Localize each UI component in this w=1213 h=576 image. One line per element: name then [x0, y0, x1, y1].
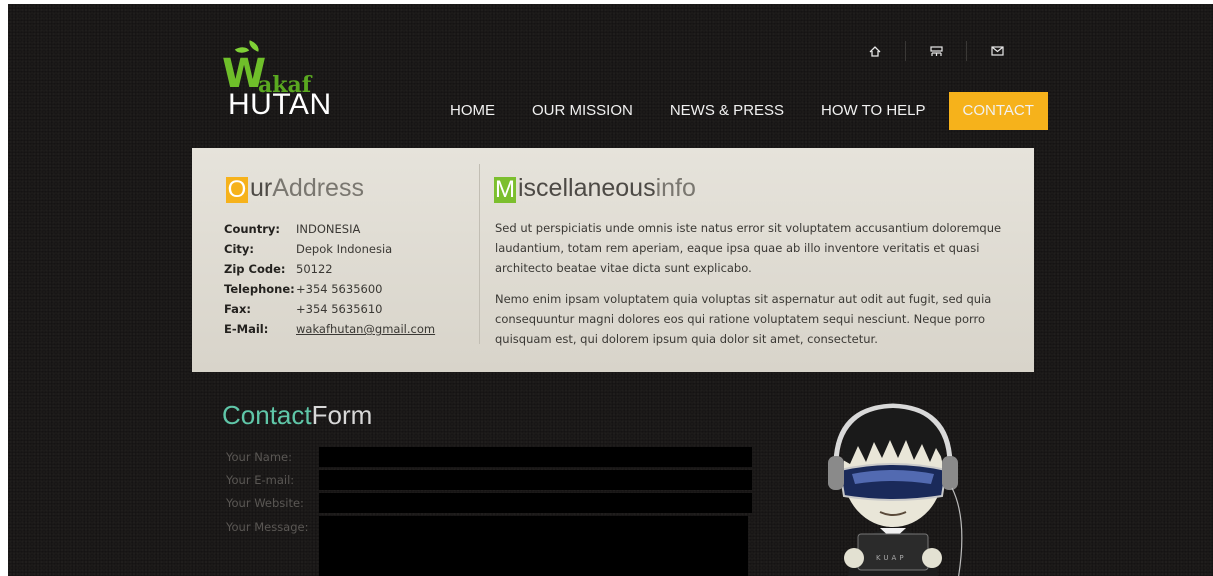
main-nav: HOME OUR MISSION NEWS & PRESS HOW TO HEL… [436, 92, 1048, 130]
misc-paragraph: Nemo enim ipsam voluptatem quia voluptas… [495, 292, 992, 346]
address-row: Country: INDONESIA [224, 219, 435, 239]
heading-bold: iscellaneous [518, 174, 656, 202]
mascot-graphic [828, 403, 963, 576]
address-heading: OurAddress [226, 174, 364, 203]
site-logo[interactable]: W akaf HUTAN [222, 40, 372, 130]
address-row: E-Mail: wakafhutan@gmail.com [224, 319, 435, 339]
address-row: Telephone: +354 5635600 [224, 279, 435, 299]
address-value: +354 5635610 [296, 302, 383, 316]
home-icon[interactable] [862, 40, 888, 62]
website-field[interactable] [319, 493, 752, 513]
address-value: Depok Indonesia [296, 242, 393, 256]
icon-divider [905, 41, 906, 61]
address-label: Fax: [224, 302, 251, 316]
email-label: Your E-mail: [226, 473, 295, 487]
nav-home[interactable]: HOME [436, 92, 509, 130]
utility-icons [862, 40, 1010, 62]
nav-how-to-help[interactable]: HOW TO HELP [807, 92, 939, 130]
address-label: E-Mail: [224, 322, 269, 336]
email-field[interactable] [319, 470, 752, 490]
nav-contact[interactable]: CONTACT [948, 92, 1048, 130]
address-label: Country: [224, 222, 280, 236]
heading-rest: Address [272, 174, 364, 202]
page-background: W akaf HUTAN HOME OUR MISSION NEWS & PRE… [8, 4, 1213, 576]
sitemap-icon[interactable] [923, 40, 949, 62]
address-label: City: [224, 242, 254, 256]
address-label: Telephone: [224, 282, 295, 296]
info-panel: OurAddress Country: INDONESIA City: Depok … [192, 148, 1034, 372]
mascot-illustration: KUAP [818, 400, 968, 576]
address-label: Zip Code: [224, 262, 286, 276]
name-field[interactable] [319, 447, 752, 467]
heading-bold: ur [250, 174, 273, 202]
website-label: Your Website: [226, 496, 304, 510]
misc-text: Sed ut perspiciatis unde omnis iste natu… [495, 218, 1005, 360]
contact-form-heading: ContactForm [222, 400, 372, 431]
email-link[interactable]: wakafhutan@gmail.com [296, 319, 435, 339]
address-value: INDONESIA [296, 222, 361, 236]
address-row: Zip Code: 50122 [224, 259, 435, 279]
message-field[interactable] [319, 516, 748, 576]
address-details: Country: INDONESIA City: Depok Indonesia Z… [224, 219, 435, 339]
heading-rest: Form [311, 400, 373, 430]
icon-divider [966, 41, 967, 61]
heading-bold: Contact [222, 400, 312, 430]
laptop-label: KUAP [876, 554, 907, 562]
misc-paragraph: Sed ut perspiciatis unde omnis iste natu… [495, 221, 1002, 275]
address-value: 50122 [296, 262, 333, 276]
heading-initial-box: M [494, 176, 516, 203]
heading-rest: info [655, 174, 696, 202]
address-row: Fax: +354 5635610 [224, 299, 435, 319]
address-row: City: Depok Indonesia [224, 239, 435, 259]
message-label: Your Message: [226, 520, 309, 534]
name-label: Your Name: [226, 450, 293, 464]
panel-divider [479, 164, 480, 344]
address-value: +354 5635600 [296, 282, 383, 296]
heading-initial-box: O [226, 176, 248, 203]
nav-our-mission[interactable]: OUR MISSION [518, 92, 647, 130]
mail-icon[interactable] [984, 40, 1010, 62]
misc-heading: Miscellaneousinfo [494, 174, 696, 203]
logo-wordmark-bottom: HUTAN [228, 88, 332, 121]
nav-news-press[interactable]: NEWS & PRESS [656, 92, 798, 130]
